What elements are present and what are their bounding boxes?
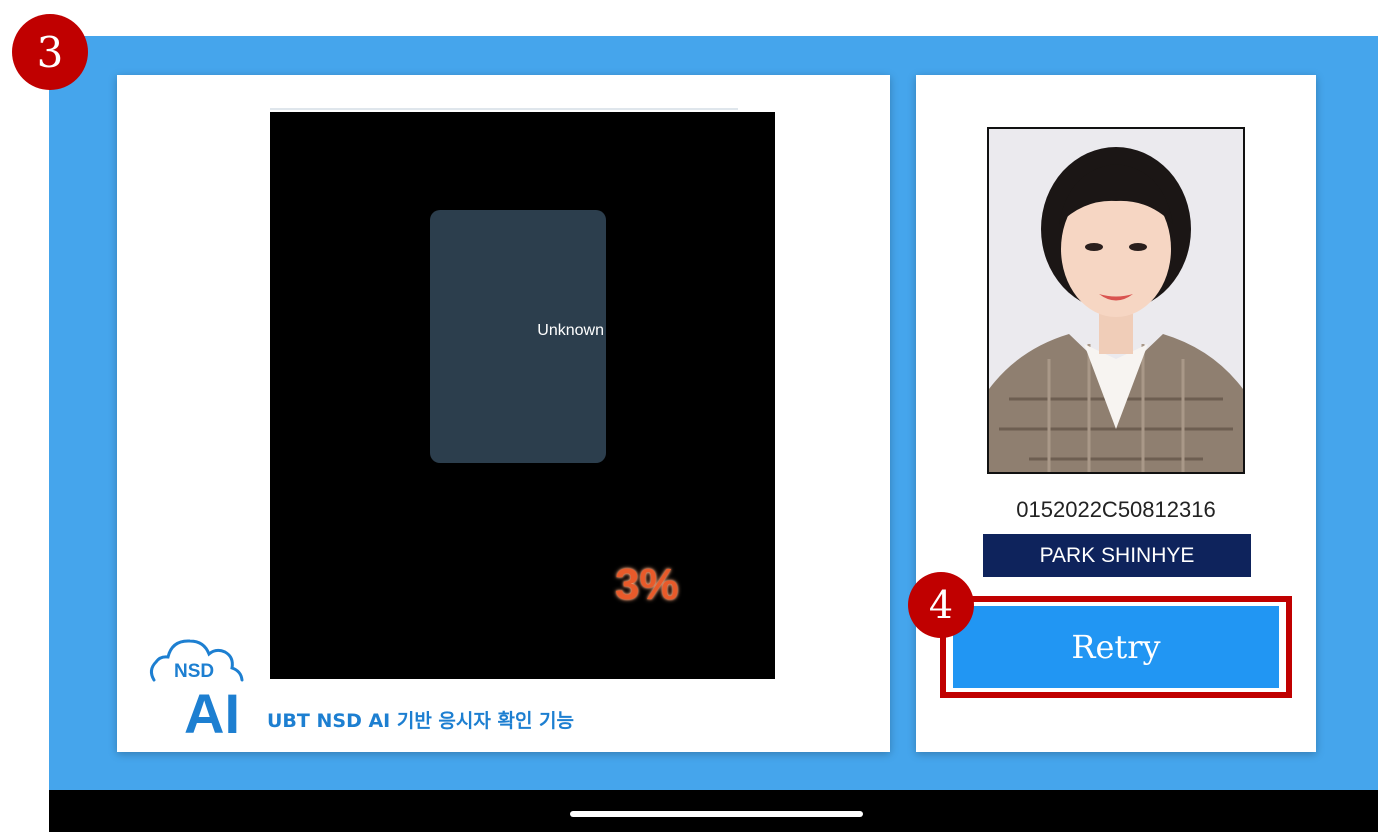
logo-ai-text: AI [184, 682, 240, 740]
step-3-badge: 3 [12, 14, 88, 90]
detected-face-box: Unknown [430, 210, 606, 463]
home-gesture-handle[interactable] [570, 811, 863, 817]
camera-top-divider [270, 108, 738, 110]
logo-nsd-text: NSD [174, 661, 214, 682]
retry-button[interactable]: Retry [953, 606, 1279, 688]
match-percentage: 3% [615, 560, 679, 609]
candidate-photo [987, 127, 1245, 474]
face-recognition-label: Unknown [537, 322, 604, 339]
camera-preview: Unknown 3% [270, 112, 775, 679]
candidate-name-plate: PARK SHINHYE [983, 534, 1251, 577]
nsd-ai-logo: NSD AI [149, 639, 244, 740]
logo-caption: UBT NSD AI 기반 응시자 확인 기능 [267, 710, 575, 732]
candidate-id-number: 0152022C50812316 [1016, 497, 1216, 522]
step-4-badge: 4 [908, 572, 974, 638]
candidate-portrait-image [989, 129, 1243, 472]
